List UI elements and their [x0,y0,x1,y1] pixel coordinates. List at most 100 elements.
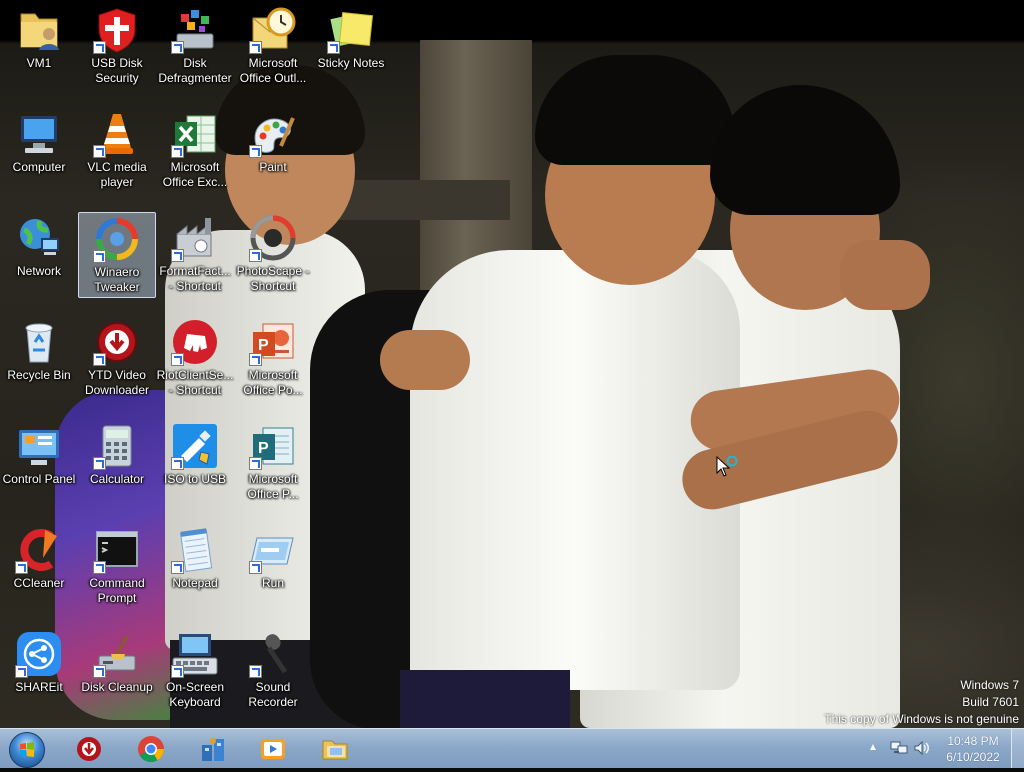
shortcut-arrow-icon [171,145,184,158]
desktop-icon-ytd-video-downloader[interactable]: YTD Video Downloader [78,312,156,402]
shortcut-arrow-icon [93,145,106,158]
svg-text:P: P [258,440,269,457]
desktop-icon-sticky-notes[interactable]: Sticky Notes [312,0,390,90]
desktop-icon-winaero-tweaker[interactable]: Winaero Tweaker [78,212,156,298]
format-factory-icon [171,214,219,262]
disk-defragmenter-icon [171,6,219,54]
show-desktop-button[interactable] [1011,729,1024,768]
sound-recorder-icon [249,630,297,678]
desktop-icon-riot-client[interactable]: RiotClientSe... - Shortcut [156,312,234,402]
icon-label: VLC media player [87,160,147,189]
icon-label: USB Disk Security [91,56,143,85]
taskbar-network-app-button[interactable] [186,731,240,766]
desktop-icon-paint[interactable]: Paint [234,104,312,194]
excel-icon [171,110,219,158]
icon-label: Run [261,576,284,590]
desktop-icon-control-panel[interactable]: Control Panel [0,416,78,506]
desktop[interactable]: VM1 Computer Network Recycle Bin Control… [0,0,1024,728]
desktop-icon-calculator[interactable]: Calculator [78,416,156,506]
icon-label: Disk Cleanup [81,680,153,694]
outlook-icon [249,6,297,54]
desktop-icon-computer[interactable]: Computer [0,104,78,194]
clock-time: 10:48 PM [947,734,999,748]
desktop-icon-ccleaner[interactable]: CCleaner [0,520,78,610]
icon-label: On-Screen Keyboard [165,680,225,709]
desktop-icon-disk-cleanup[interactable]: Disk Cleanup [78,624,156,714]
desktop-icon-microsoft-office-excel[interactable]: Microsoft Office Exc... [156,104,234,194]
desktop-icon-vm1[interactable]: VM1 [0,0,78,90]
shortcut-arrow-icon [93,561,106,574]
shortcut-arrow-icon [93,353,106,366]
desktop-icon-photoscape[interactable]: PhotoScape - Shortcut [234,208,312,298]
taskbar-media-player-button[interactable] [246,731,300,766]
icon-label: ISO to USB [163,472,227,486]
icon-label: Calculator [89,472,145,486]
clock-date: 6/10/2022 [946,750,1000,764]
desktop-icon-microsoft-office-powerpoint[interactable]: P Microsoft Office Po... [234,312,312,402]
taskbar-explorer-button[interactable] [308,731,362,766]
icon-label: Winaero Tweaker [94,265,140,294]
folder-user-icon [15,6,63,54]
icon-label: Notepad [172,576,218,590]
icon-label: Microsoft Office Exc... [162,160,228,189]
icon-label: Command Prompt [89,576,145,605]
watermark-build: Build 7601 [962,695,1019,709]
desktop-icon-microsoft-office-publisher[interactable]: P Microsoft Office P... [234,416,312,506]
desktop-icon-notepad[interactable]: Notepad [156,520,234,610]
desktop-icon-command-prompt[interactable]: Command Prompt [78,520,156,610]
desktop-icon-network[interactable]: Network [0,208,78,298]
on-screen-keyboard-icon [171,630,219,678]
wallpaper-arm [840,240,930,310]
icon-label: Microsoft Office Outl... [239,56,307,85]
show-hidden-icons-button[interactable]: ▲ [868,742,878,753]
icon-label: FormatFact... - Shortcut [159,264,231,293]
network-tray-icon[interactable] [890,740,908,756]
ytd-taskbar-icon [75,735,103,763]
vlc-icon [93,110,141,158]
chrome-icon [137,735,165,763]
start-button[interactable] [5,730,49,768]
icon-label: Microsoft Office Po... [243,368,303,397]
sticky-notes-icon [327,6,375,54]
icon-label: Computer [12,160,66,174]
desktop-icon-usb-disk-security[interactable]: USB Disk Security [78,0,156,90]
taskbar: ▲ 10:48 PM 6/10/2022 [0,728,1024,768]
volume-tray-icon[interactable] [913,740,931,756]
desktop-icon-microsoft-office-outlook[interactable]: Microsoft Office Outl... [234,0,312,90]
shortcut-arrow-icon [171,41,184,54]
shortcut-arrow-icon [93,41,106,54]
desktop-icon-on-screen-keyboard[interactable]: On-Screen Keyboard [156,624,234,714]
shortcut-arrow-icon [93,250,106,263]
icon-label: Sticky Notes [317,56,385,70]
icon-label: SHAREit [15,680,63,694]
clock[interactable]: 10:48 PM 6/10/2022 [940,733,1006,765]
shortcut-arrow-icon [171,249,184,262]
desktop-icon-format-factory[interactable]: FormatFact... - Shortcut [156,208,234,298]
shortcut-arrow-icon [93,665,106,678]
shortcut-arrow-icon [249,145,262,158]
desktop-icon-sound-recorder[interactable]: Sound Recorder [234,624,312,714]
desktop-icon-run[interactable]: Run [234,520,312,610]
shortcut-arrow-icon [327,41,340,54]
shortcut-arrow-icon [171,353,184,366]
desktop-icon-shareit[interactable]: SHAREit [0,624,78,714]
control-panel-icon [15,422,63,470]
desktop-icon-iso-to-usb[interactable]: ISO to USB [156,416,234,506]
wallpaper-trousers-middle [400,670,570,728]
paint-icon [249,110,297,158]
busy-pointer-icon [716,455,740,485]
iso-to-usb-icon [171,422,219,470]
watermark-genuine-notice: This copy of Windows is not genuine [824,712,1019,726]
shortcut-arrow-icon [249,353,262,366]
wallpaper-fence [330,180,510,220]
desktop-icon-recycle-bin[interactable]: Recycle Bin [0,312,78,402]
desktop-icon-vlc[interactable]: VLC media player [78,104,156,194]
ytd-downloader-icon [93,318,141,366]
wallpaper-arm [380,330,470,390]
network-icon [15,214,63,262]
explorer-folder-icon [321,735,349,763]
taskbar-chrome-button[interactable] [124,731,178,766]
taskbar-ytd-button[interactable] [62,731,116,766]
desktop-icon-disk-defragmenter[interactable]: Disk Defragmenter [156,0,234,90]
winaero-tweaker-icon [93,215,141,263]
